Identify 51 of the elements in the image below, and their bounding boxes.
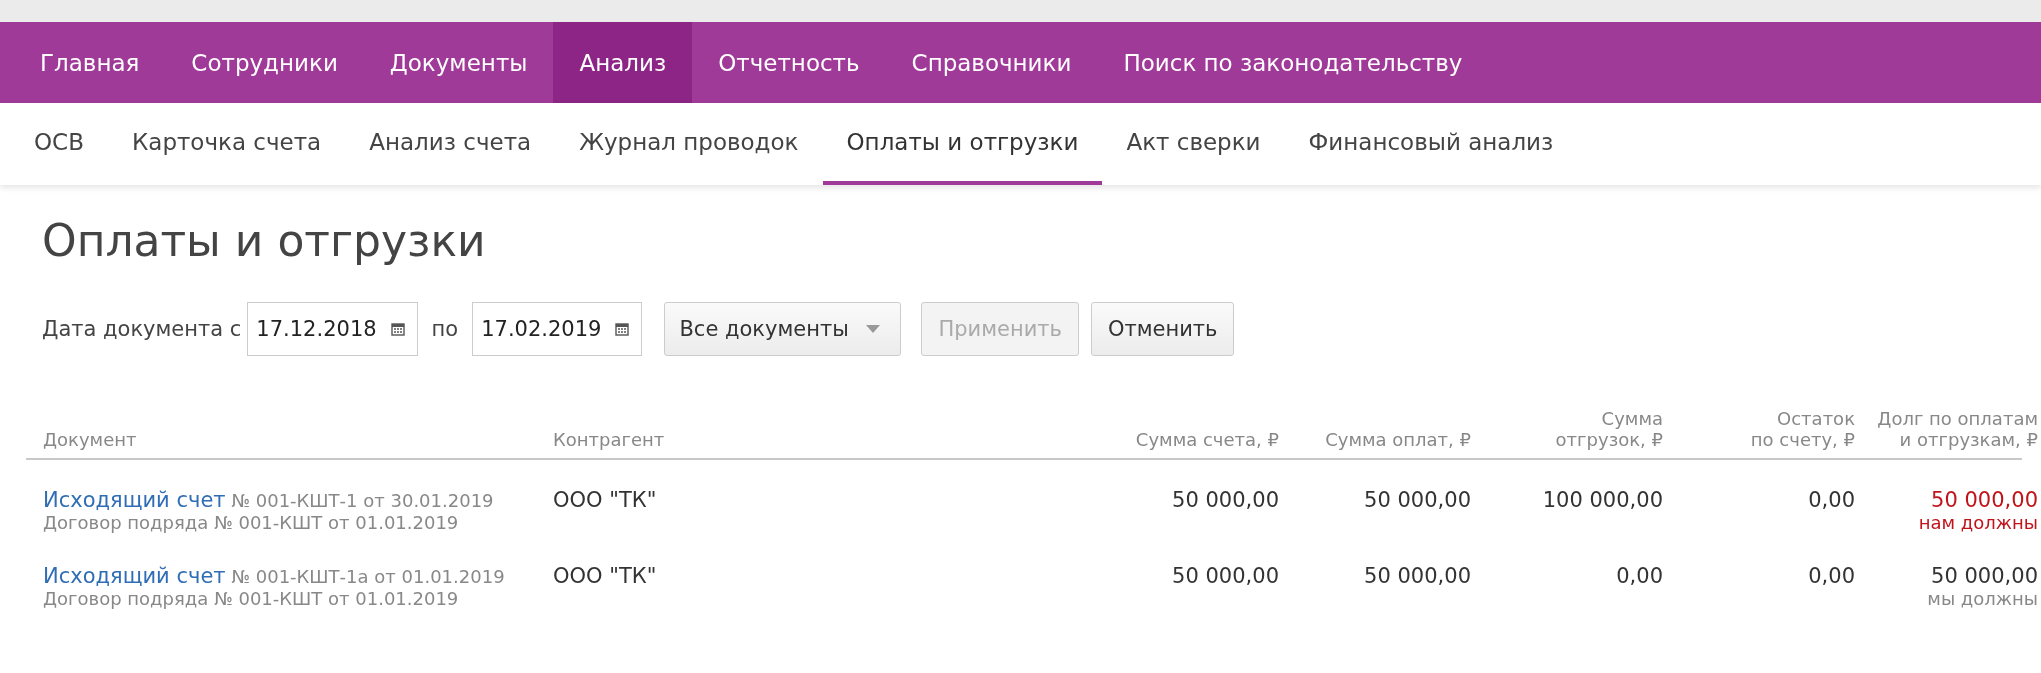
debt-note: мы должны [1926,588,2038,609]
sub-nav-tab[interactable]: Оплаты и отгрузки [822,103,1103,185]
column-header: Сумма счета, ₽ [1134,429,1279,450]
counterparty-cell: ООО "ТК" [553,564,657,588]
calendar-icon [615,322,630,336]
column-header: Документ [42,429,138,450]
amount-cell: 50 000,00 [1364,564,1471,588]
filter-button[interactable]: Отменить [1090,302,1235,356]
amount-cell: 0,00 [1808,488,1855,512]
date-label: Дата документа с [42,317,242,341]
amount-cell: 50 000,00 [1364,488,1471,512]
sub-nav-tab[interactable]: Анализ счета [345,103,556,185]
main-nav-tab[interactable]: Главная [14,22,166,103]
amount-cell: 100 000,00 [1542,488,1663,512]
date-to-field[interactable]: 17.02.2019 [472,302,643,356]
column-header: Сумма отгрузок, ₽ [1554,408,1663,450]
main-nav-tab[interactable]: Сотрудники [165,22,364,103]
document-title: Исходящий счет № 001-КШТ-1 от 30.01.2019 [43,488,495,512]
sub-nav-tab[interactable]: Карточка счета [107,103,346,185]
column-header: Контрагент [553,429,666,450]
debt-amount: 50 000,00 [1930,564,2038,588]
document-link[interactable]: Исходящий счет [43,488,226,512]
to-label: по [431,317,459,341]
sub-nav-tab[interactable]: Журнал проводок [555,103,823,185]
column-header: Долг по оплатам и отгрузкам, ₽ [1876,408,2038,450]
main-nav-tab[interactable]: Анализ [553,22,693,103]
debt-note: нам должны [1917,512,2038,533]
contract-text: Договор подряда № 001-КШТ от 01.01.2019 [43,588,460,609]
calendar-icon [390,322,405,336]
caret-icon [866,325,881,333]
main-nav-tab[interactable]: Отчетность [692,22,886,103]
main-nav-tab[interactable]: Справочники [885,22,1098,103]
column-header: Остаток по счету, ₽ [1749,408,1855,450]
amount-cell: 0,00 [1616,564,1663,588]
main-nav-tab[interactable]: Поиск по законодательству [1097,22,1489,103]
document-link[interactable]: Исходящий счет [43,564,226,588]
document-title: Исходящий счет № 001-КШТ-1а от 01.01.2019 [43,564,506,588]
amount-cell: 0,00 [1808,564,1855,588]
document-type-dropdown[interactable]: Все документы [664,302,902,356]
date-from-field[interactable]: 17.12.2018 [247,302,418,356]
page-title: Оплаты и отгрузки [42,215,487,266]
sub-nav-tab[interactable]: Финансовый анализ [1284,103,1578,185]
amount-cell: 50 000,00 [1172,564,1279,588]
column-header: Сумма оплат, ₽ [1324,429,1471,450]
counterparty-cell: ООО "ТК" [553,488,657,512]
contract-text: Договор подряда № 001-КШТ от 01.01.2019 [43,512,460,533]
main-nav-tab[interactable]: Документы [363,22,554,103]
sub-nav-tab[interactable]: Акт сверки [1102,103,1285,185]
sub-nav-tab[interactable]: ОСВ [10,103,108,185]
debt-amount: 50 000,00 [1930,488,2038,512]
amount-cell: 50 000,00 [1172,488,1279,512]
